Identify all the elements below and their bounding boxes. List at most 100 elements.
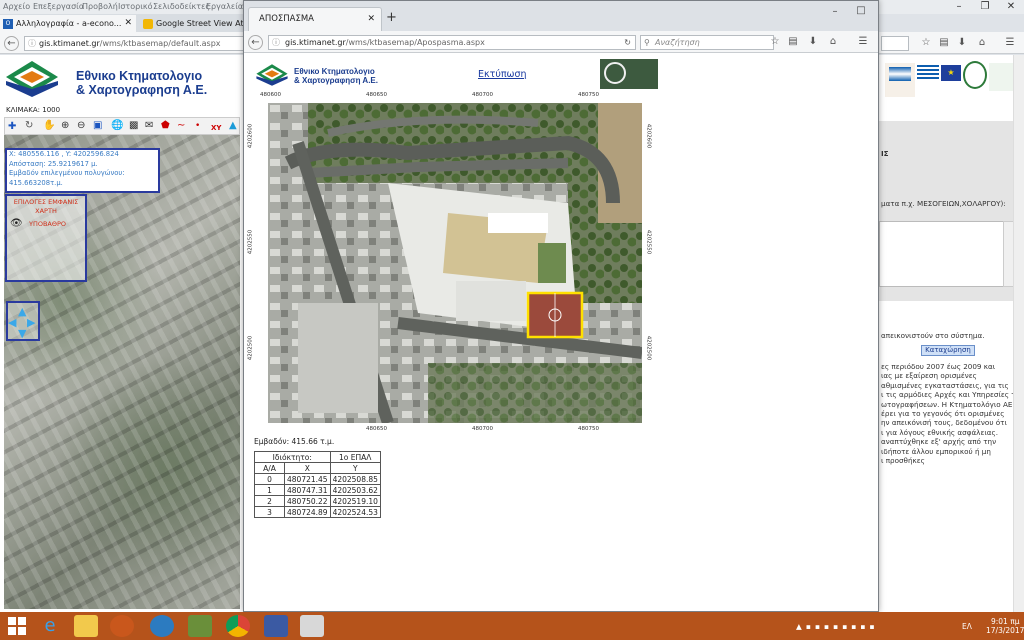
row-x: 480747.31 [284,484,331,496]
layer-basemap-label[interactable]: ΥΠΟΒΑΘΡΟ [29,220,66,228]
disclaimer-line: ην απεικόνισή τους, δεδομένου ότι [881,418,1007,428]
zoom-in-icon[interactable]: ⊕ [61,120,69,131]
coords-readout: X: 480556.116 , Y: 4202596.824 [9,150,119,158]
reload-icon[interactable]: ↻ [624,36,631,49]
bg-url-bar[interactable]: ⓘ gis.ktimanet.gr/wms/ktbasemap/default.… [24,36,244,51]
line-measure-icon[interactable]: ∼ [177,120,185,131]
register-button[interactable]: Καταχώρηση [921,345,975,356]
zoom-out-icon[interactable]: ⊖ [77,120,85,131]
firefox-icon[interactable] [110,615,134,637]
flag-icon [889,67,911,81]
chrome-icon[interactable] [226,615,250,637]
globe-icon[interactable]: 🌐 [111,120,123,131]
language-indicator[interactable]: ΕΛ [962,622,972,631]
page-scrollbar[interactable] [1013,55,1024,615]
layers-icon[interactable]: ▩ [129,120,138,131]
popup-url-domain: gis.ktimanet.gr [285,38,346,47]
calculator-icon[interactable] [300,615,324,637]
layers-title-1: ΕΠΙΛΟΓΕΣ ΕΜΦΑΝΙΣ [13,198,79,206]
coordinates-table: Ιδιόκτητο: 1ο ΕΠΑΛ Α/Α X Y 0 480721.45 4… [254,451,381,518]
popup-logo-title-2: & Χαρτογραφηση Α.Ε. [294,76,378,85]
back-icon[interactable]: ← [4,36,19,51]
bg-search-box[interactable] [881,36,909,51]
restore-icon[interactable]: ❐ [972,0,998,14]
file-explorer-icon[interactable] [74,615,98,637]
panel-label: ΙΣ [881,149,889,158]
menu-bookmarks[interactable]: Σελιδοδείκτες [153,2,210,11]
internet-explorer-icon[interactable]: e [38,615,62,637]
popup-minimize-icon[interactable]: – [822,5,848,19]
star-icon[interactable]: ☆ [768,35,782,49]
address-textarea[interactable] [879,221,1005,287]
tab-apospasma[interactable]: ΑΠΟΣΠΑΣΜΑ ✕ [248,7,382,31]
distance-readout: Απόσταση: 25.9219617 μ. [9,159,98,168]
measure-info-box: X: 480556.116 , Y: 4202596.824 Απόσταση:… [5,148,160,193]
row-index: 0 [254,473,285,485]
url-path: /wms/ktbasemap/default.aspx [99,39,221,48]
menu-tools[interactable]: Εργαλεία [206,2,243,11]
row-index: 2 [254,495,285,507]
popup-nav-bar: ← ⓘ gis.ktimanet.gr/wms/ktbasemap/Apospa… [244,31,878,53]
system-tray-icons[interactable]: ▲▪▪▪▪▪▪▪▪ [796,622,878,631]
layers-panel: ΕΠΙΛΟΓΕΣ ΕΜΦΑΝΙΣ ΧΑΡΤΗ 👁 ΥΠΟΒΑΘΡΟ [5,194,87,282]
menu-history[interactable]: Ιστορικό [118,2,153,11]
tab-streetview[interactable]: Google Street View Athens [140,15,244,32]
ruler-icon[interactable]: ▲ [229,120,237,131]
reader-icon[interactable]: ▤ [937,36,951,50]
popup-url-bar[interactable]: ⓘ gis.ktimanet.gr/wms/ktbasemap/Apospasm… [268,35,636,50]
popup-maximize-icon[interactable]: □ [848,3,874,19]
download-icon[interactable]: ⬇ [806,35,820,49]
arrow-down-icon[interactable]: ▼ [18,327,26,340]
menu-file[interactable]: Αρχείο [3,2,30,11]
hand-icon[interactable]: ✋ [43,120,55,131]
home-icon[interactable]: ⌂ [975,36,989,50]
arrow-left-icon[interactable]: ◀ [8,316,16,329]
new-tab-icon[interactable]: + [386,10,397,25]
xy-icon[interactable]: XY [211,118,221,132]
tick-right-2: 4202550 [645,229,652,255]
close-tab-icon[interactable]: ✕ [367,8,375,30]
point-icon[interactable]: • [195,121,200,131]
xy-label: XY [211,124,222,132]
clock[interactable]: 9:01 πμ 17/3/2017 [986,617,1024,635]
tick-left-1: 4202600 [247,123,254,149]
eye-icon[interactable]: 👁 [10,218,23,229]
remote-app-icon[interactable] [150,615,174,637]
windows-start-icon[interactable] [8,617,26,635]
download-icon[interactable]: ⬇ [955,36,969,50]
print-link[interactable]: Εκτύπωση [478,69,527,80]
tick-left-3: 4202500 [247,335,254,361]
close-window-icon[interactable]: ✕ [998,0,1024,14]
zoom-extent-icon[interactable]: ▣ [93,120,102,131]
owner-value: 1ο ΕΠΑΛ [329,451,381,463]
tab-mail[interactable]: O Αλληλογραφία - a-econo... ✕ [0,15,136,32]
winrar-icon[interactable] [188,615,212,637]
col-header-aa: Α/Α [254,462,285,474]
polygon-icon[interactable]: ⬟ [161,120,170,131]
star-icon[interactable]: ☆ [919,36,933,50]
home-icon[interactable]: ⌂ [826,35,840,49]
apospasma-popup-window: ΑΠΟΣΠΑΣΜΑ ✕ + – □ ← ⓘ gis.ktimanet.gr/wm… [243,0,879,612]
minimize-icon[interactable]: – [946,0,972,14]
popup-back-icon[interactable]: ← [248,35,263,50]
pan-icon[interactable]: ✚ [8,121,16,132]
disclaimer-line: ι τις αρμόδιες Αρχές και Υπηρεσίες της [881,390,1024,400]
pan-arrows-control[interactable]: ▲ ◀ ▶ ▼ [6,301,40,341]
disclaimer-line: αναπτύχθηκε εξ' αρχής από την [881,437,997,447]
reader-icon[interactable]: ▤ [786,35,800,49]
menu-icon[interactable]: ☰ [1003,36,1017,50]
disclaimer-line: ιας με εξαίρεση ορισμένες [881,371,977,381]
menu-edit[interactable]: Επεξεργασία [33,2,84,11]
network-app-icon[interactable] [264,615,288,637]
popup-search-box[interactable]: ⚲ Αναζήτηση [640,35,774,50]
refresh-icon[interactable]: ↻ [25,120,33,131]
menu-view[interactable]: Προβολή [82,2,118,11]
arrow-right-icon[interactable]: ▶ [27,316,35,329]
envelope-icon[interactable]: ✉ [145,120,153,131]
arrow-up-icon[interactable]: ▲ [18,305,26,318]
clock-time: 9:01 πμ [990,617,1020,626]
popup-logo-title-1: Εθνικο Κτηματολογιο [294,67,375,76]
tab-mail-label: Αλληλογραφία - a-econo... [16,19,122,28]
menu-icon[interactable]: ☰ [856,35,870,49]
close-tab-icon[interactable]: ✕ [124,15,132,32]
